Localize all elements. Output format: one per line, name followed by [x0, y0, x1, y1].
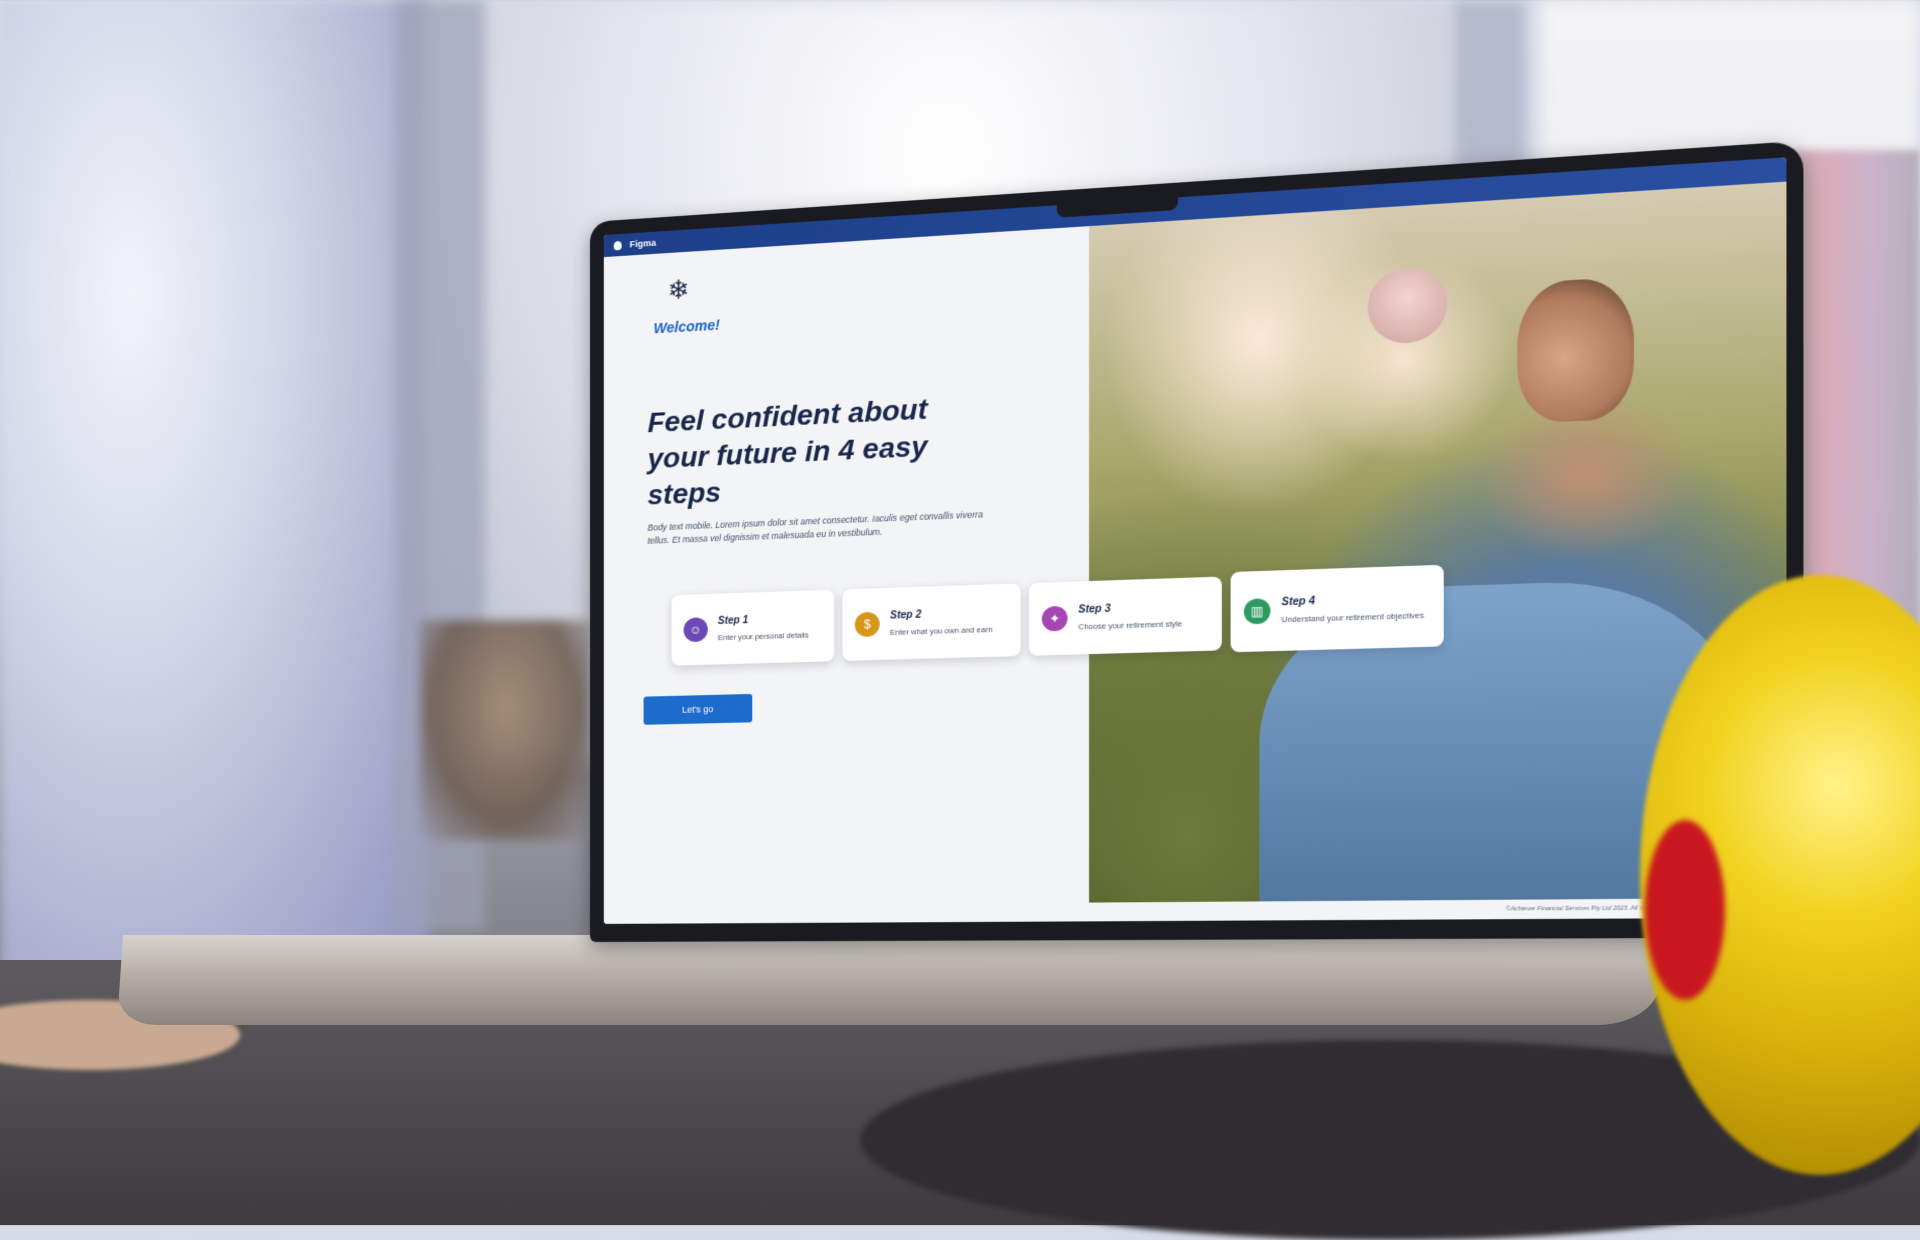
- background-robot-figure: [420, 620, 590, 840]
- lets-go-button[interactable]: Let's go: [643, 693, 753, 725]
- apple-logo-icon[interactable]: [613, 240, 622, 250]
- step-card-2[interactable]: $ Step 2 Enter what you own and earn: [842, 583, 1021, 661]
- step-title: Step 4: [1281, 595, 1315, 608]
- menubar-app-name[interactable]: Figma: [630, 238, 656, 250]
- page-headline: Feel confident about your future in 4 ea…: [647, 392, 928, 511]
- intro-panel: ❄ Welcome! Feel confident about your fut…: [603, 226, 1090, 924]
- step-description: Enter what you own and earn: [890, 624, 993, 637]
- laptop-display: Figma ❄ Welcome! Feel confident about yo…: [590, 140, 1804, 942]
- step-title: Step 1: [717, 614, 749, 627]
- welcome-label: Welcome!: [653, 316, 720, 337]
- snowflake-logo-icon[interactable]: ❄: [666, 274, 692, 306]
- money-hand-icon: $: [854, 611, 880, 638]
- photo-baby-hat: [1368, 266, 1447, 345]
- step-card-4[interactable]: ▥ Step 4 Understand your retirement obje…: [1230, 564, 1444, 653]
- chart-growth-icon: ▥: [1243, 598, 1271, 625]
- step-description: Enter your personal details: [717, 629, 809, 642]
- red-dot-decoration: [1645, 820, 1725, 1000]
- background-window-left: [0, 0, 430, 980]
- person-icon: ☺: [683, 617, 708, 643]
- step-description: Choose your retirement style: [1078, 618, 1183, 631]
- laptop-base: [116, 935, 1664, 1025]
- step-title: Step 2: [890, 608, 922, 622]
- step-title: Step 3: [1078, 602, 1111, 616]
- webpage-content: ❄ Welcome! Feel confident about your fut…: [603, 182, 1787, 924]
- step-card-3[interactable]: ✦ Step 3 Choose your retirement style: [1029, 576, 1222, 656]
- body-copy: Body text mobile. Lorem ipsum dolor sit …: [647, 509, 984, 546]
- photo-man-head: [1517, 276, 1634, 423]
- step-description: Understand your retirement objectives: [1281, 609, 1425, 624]
- laptop-screen: Figma ❄ Welcome! Feel confident about yo…: [603, 157, 1787, 924]
- lifestyle-icon: ✦: [1041, 605, 1068, 632]
- step-card-1[interactable]: ☺ Step 1 Enter your personal details: [671, 589, 835, 666]
